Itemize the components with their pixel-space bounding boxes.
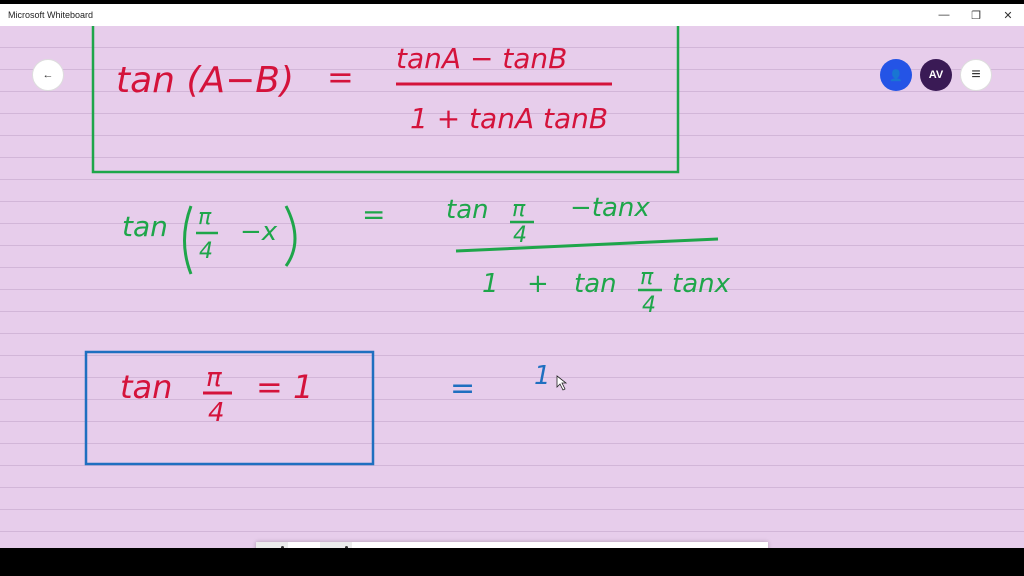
ink-den-tanx: tanx [672, 269, 731, 299]
whiteboard-canvas[interactable]: tan (A−B) = tanA − tanB 1 + tanA tanB ta… [0, 26, 1024, 548]
ink-equals-1: = [327, 58, 354, 96]
ink-den-pi-2: π [640, 265, 654, 290]
mouse-cursor-icon [556, 375, 568, 391]
ink-paren-left [183, 205, 193, 275]
menu-button[interactable]: ≡ [960, 59, 992, 91]
back-button[interactable]: ← [32, 59, 64, 91]
share-button[interactable]: 👤 [880, 59, 912, 91]
ink-denominator-1: 1 + tanA tanB [410, 102, 608, 135]
ink-num-four-2: 4 [513, 223, 527, 248]
minimize-button[interactable]: — [928, 4, 960, 26]
close-button[interactable]: ✕ [992, 4, 1024, 26]
ink-four-3: 4 [208, 398, 225, 428]
avatar[interactable]: AV [920, 59, 952, 91]
ink-den-plus-2: + [527, 269, 549, 299]
ink-tan-a-minus-b: tan (A−B) [116, 60, 294, 101]
ink-blue-one: 1 [534, 361, 551, 391]
ink-den-four-2: 4 [642, 293, 656, 318]
ink-num-pi-2: π [512, 197, 526, 222]
bottom-band [0, 548, 1024, 576]
app-title: Microsoft Whiteboard [8, 10, 94, 20]
fraction-bar-2 [455, 237, 719, 253]
restore-button[interactable]: ❐ [960, 4, 992, 26]
ink-equals-one-3: = 1 [256, 368, 313, 406]
ink-minus-x-2: −x [240, 217, 278, 247]
ink-den-one-2: 1 [482, 269, 499, 299]
ink-tan-2: tan [122, 210, 168, 243]
ink-blue-equals: = [450, 371, 475, 406]
ink-numerator-1: tanA − tanB [396, 42, 567, 75]
ink-equals-2: = [362, 198, 385, 231]
title-bar: Microsoft Whiteboard — ❐ ✕ [0, 4, 1024, 26]
ink-tan-3: tan [120, 368, 172, 406]
hamburger-icon: ≡ [971, 66, 981, 83]
ink-num-tan-2: tan [446, 195, 489, 225]
ink-den-tan-2: tan [574, 269, 617, 299]
ink-four-2: 4 [199, 239, 213, 264]
person-icon: 👤 [889, 69, 903, 82]
ink-layer: tan (A−B) = tanA − tanB 1 + tanA tanB ta… [84, 26, 731, 466]
ink-num-minus-tanx: −tanx [570, 193, 650, 223]
ink-paren-right [284, 205, 297, 267]
ink-pi-3: π [206, 363, 222, 393]
ink-pi-2: π [198, 205, 212, 230]
